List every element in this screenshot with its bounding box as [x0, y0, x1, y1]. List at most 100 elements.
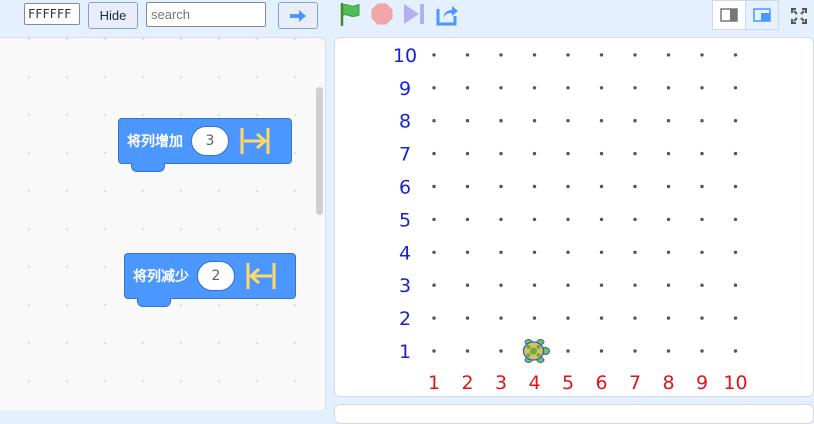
small-stage-icon	[720, 8, 738, 22]
hide-button[interactable]: Hide	[88, 2, 138, 29]
grid-dot	[532, 53, 537, 57]
grid-dot	[566, 119, 570, 123]
y-axis-label: 10	[393, 45, 417, 67]
grid-dot	[666, 217, 671, 222]
y-axis-label: 6	[399, 177, 411, 199]
small-stage-button[interactable]	[712, 0, 746, 30]
x-axis-label: 10	[723, 372, 747, 394]
y-axis-label: 8	[399, 111, 411, 133]
grid-dot	[532, 119, 537, 123]
grid-dot	[566, 151, 570, 156]
x-axis-label: 2	[461, 372, 473, 394]
y-axis-label: 5	[399, 209, 411, 231]
grid-dot	[566, 250, 570, 254]
grid-dot	[599, 119, 604, 123]
grid-dot	[566, 217, 570, 222]
grid-dot	[666, 119, 671, 123]
grid-dot	[499, 53, 503, 57]
fullscreen-icon[interactable]	[786, 3, 812, 29]
grid-dot	[499, 316, 503, 320]
grid-dot	[700, 119, 704, 123]
grid-dot	[499, 217, 503, 222]
search-go-button[interactable]	[278, 2, 318, 29]
block-label: 将列减少	[133, 269, 189, 285]
grid-dot	[733, 250, 738, 254]
stop-icon[interactable]	[369, 1, 395, 27]
block-label: 将列增加	[127, 134, 183, 150]
grid-dot	[465, 184, 470, 189]
grid-dot	[666, 53, 671, 57]
grid-dot	[566, 316, 570, 320]
grid-dot	[733, 283, 738, 287]
grid-dot	[700, 217, 704, 222]
grid-dot	[700, 316, 704, 320]
grid-dot	[733, 86, 738, 90]
grid-dot	[633, 316, 637, 320]
grid-dot	[532, 250, 537, 254]
grid-dot	[432, 349, 436, 353]
grid-dot	[465, 316, 470, 320]
share-export-icon[interactable]	[435, 1, 461, 27]
grid-dot	[599, 283, 604, 287]
grid-dot	[465, 86, 470, 90]
grid-dot	[733, 119, 738, 123]
grid-dot	[599, 250, 604, 254]
grid-dot	[599, 316, 604, 320]
grid-dot	[599, 349, 604, 353]
green-flag-icon[interactable]	[337, 1, 363, 27]
x-axis-label: 7	[629, 372, 641, 394]
arrow-right-icon	[290, 9, 306, 22]
search-input[interactable]	[146, 2, 266, 27]
grid-dot	[733, 184, 738, 189]
grid-dot	[566, 53, 570, 57]
grid-dot	[700, 86, 704, 90]
grid-dot	[465, 283, 470, 287]
decrease-columns-block[interactable]: 将列减少 2	[124, 253, 296, 307]
grid-dot	[599, 53, 604, 57]
grid-dot	[733, 53, 738, 57]
grid-dot	[532, 316, 537, 320]
sprite-pane-edge	[334, 404, 814, 424]
palette-scrollbar[interactable]	[316, 87, 323, 215]
grid-dot	[700, 151, 704, 156]
block-value-input[interactable]: 3	[191, 126, 229, 156]
y-axis-label: 9	[399, 78, 411, 100]
grid-dot	[465, 119, 470, 123]
x-axis-label: 9	[696, 372, 708, 394]
grid-dot	[432, 217, 436, 222]
color-hex-input[interactable]	[24, 3, 80, 25]
step-forward-icon[interactable]	[401, 1, 427, 27]
grid-dot	[532, 184, 537, 189]
grid-dot	[566, 184, 570, 189]
x-axis-label: 3	[495, 372, 507, 394]
x-axis-label: 4	[528, 372, 540, 394]
grid-dot	[666, 283, 671, 287]
grid-dot	[566, 86, 570, 90]
grid-dot	[666, 316, 671, 320]
normal-stage-button[interactable]	[745, 0, 779, 30]
grid-dot	[666, 151, 671, 156]
stage[interactable]: 10 9 8 7 6 5 4 3 2 1 1 2 3 4 5 6 7 8 9 10	[334, 37, 814, 397]
grid-dot	[633, 151, 637, 156]
grid-dot	[700, 283, 704, 287]
grid-dot	[465, 250, 470, 254]
grid-dot	[666, 184, 671, 189]
grid-dot	[499, 86, 503, 90]
block-value-input[interactable]: 2	[197, 261, 235, 291]
grid-dot	[733, 316, 738, 320]
grid-dot	[599, 151, 604, 156]
grid-dot	[499, 283, 503, 287]
block-palette[interactable]	[0, 37, 326, 410]
toolbar: Hide	[0, 0, 814, 34]
grid-dot	[633, 349, 637, 353]
grid-dot	[633, 86, 637, 90]
grid-dot	[499, 151, 503, 156]
increase-columns-block[interactable]: 将列增加 3	[118, 118, 292, 172]
grid-dot	[432, 86, 436, 90]
grid-dot	[633, 184, 637, 189]
grid-dot	[599, 86, 604, 90]
turtle-sprite[interactable]	[522, 339, 550, 363]
x-axis-label: 8	[662, 372, 674, 394]
grid-dot	[599, 184, 604, 189]
grid-dot	[566, 283, 570, 287]
